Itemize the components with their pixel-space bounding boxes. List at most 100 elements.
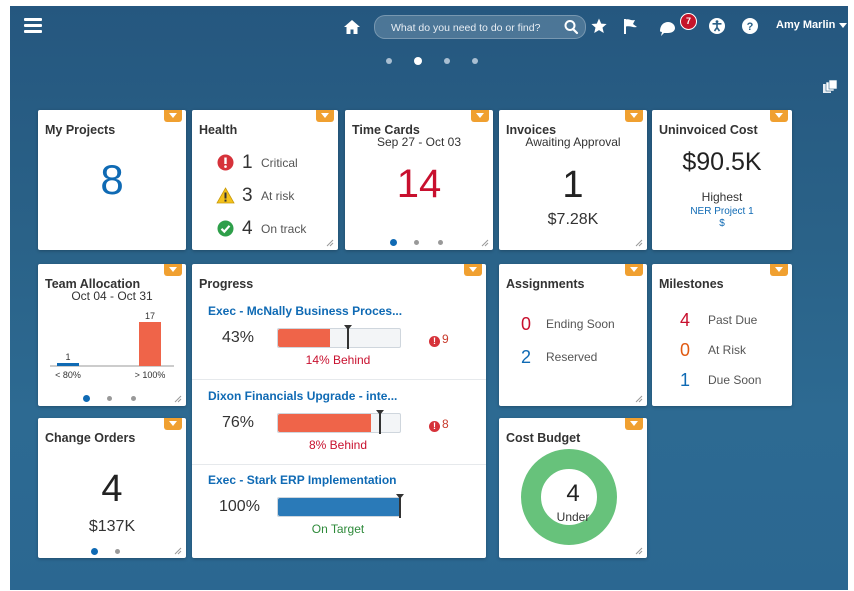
search-icon[interactable] — [563, 19, 579, 35]
search-bar[interactable] — [374, 15, 586, 39]
on-track-label: On track — [261, 222, 307, 236]
search-input[interactable] — [389, 18, 563, 38]
page-dot[interactable] — [386, 58, 392, 64]
notification-count-badge[interactable]: 7 — [680, 13, 697, 30]
invoice-count[interactable]: 1 — [499, 164, 647, 207]
resize-handle-icon[interactable] — [635, 239, 643, 247]
card-menu-button[interactable] — [770, 110, 788, 122]
assignments-card[interactable]: Assignments 0 Ending Soon 2 Reserved — [499, 264, 647, 406]
progress-item[interactable]: Exec - McNally Business Proces... 43% 14% … — [192, 297, 486, 381]
time-card-count[interactable]: 14 — [345, 162, 493, 207]
card-menu-button[interactable] — [464, 264, 482, 276]
carousel-dot[interactable] — [414, 240, 419, 245]
carousel-dot[interactable] — [438, 240, 443, 245]
health-card[interactable]: Health 1 Critical 3 At risk 4 On track — [192, 110, 338, 250]
carousel-dot[interactable] — [107, 396, 112, 401]
change-orders-card[interactable]: Change Orders 4 $137K — [38, 418, 186, 558]
help-icon[interactable]: ? — [741, 17, 759, 35]
progress-card[interactable]: Progress Exec - McNally Business Proces.… — [192, 264, 486, 558]
chevron-down-icon[interactable] — [839, 22, 848, 28]
invoices-card[interactable]: Invoices Awaiting Approval 1 $7.28K — [499, 110, 647, 250]
invoice-amount: $7.28K — [547, 211, 599, 228]
card-menu-button[interactable] — [625, 110, 643, 122]
card-menu-button[interactable] — [770, 264, 788, 276]
resize-handle-icon[interactable] — [174, 547, 182, 555]
page-dot[interactable] — [472, 58, 478, 64]
time-cards-card[interactable]: Time Cards Sep 27 - Oct 03 14 — [345, 110, 493, 250]
card-menu-button[interactable] — [164, 264, 182, 276]
progress-project-link[interactable]: Exec - Stark ERP Implementation — [208, 473, 397, 487]
due-soon-label: Due Soon — [708, 373, 762, 387]
health-row-on-track[interactable]: 4 On track — [202, 218, 332, 240]
card-menu-button[interactable] — [471, 110, 489, 122]
carousel-dot-active[interactable] — [91, 548, 98, 555]
uninvoiced-amount[interactable]: $90.5K — [652, 148, 792, 177]
home-icon[interactable] — [343, 18, 361, 36]
resize-handle-icon[interactable] — [326, 239, 334, 247]
due-soon-count: 1 — [680, 370, 691, 390]
progress-percent: 76% — [222, 414, 255, 431]
highest-project-link[interactable]: NER Project 1 — [652, 206, 792, 217]
resize-handle-icon[interactable] — [174, 395, 182, 403]
at-risk-count: 3 — [242, 185, 253, 206]
change-order-count[interactable]: 4 — [38, 468, 186, 511]
progress-item[interactable]: Dixon Financials Upgrade - inte... 76% 8% … — [192, 382, 486, 466]
notifications-icon[interactable] — [658, 19, 676, 37]
cost-budget-card[interactable]: Cost Budget 4 Under — [499, 418, 647, 558]
progress-percent: 100% — [219, 498, 260, 515]
favorites-star-icon[interactable] — [590, 17, 608, 35]
divider — [192, 464, 486, 465]
past-due-count: 4 — [680, 310, 691, 330]
user-menu[interactable]: Amy Marlin — [776, 19, 848, 31]
progress-alerts[interactable]: ! 9 — [429, 332, 449, 347]
dashboard-canvas: 7 ? Amy Marlin My Projects 8 Health — [10, 6, 848, 590]
accessibility-icon[interactable] — [708, 17, 726, 35]
progress-project-link[interactable]: Dixon Financials Upgrade - inte... — [208, 389, 397, 403]
chart-bar[interactable] — [57, 363, 79, 366]
resize-handle-icon[interactable] — [635, 547, 643, 555]
milestones-card[interactable]: Milestones 4 Past Due 0 At Risk 1 Due So… — [652, 264, 792, 406]
my-projects-card[interactable]: My Projects 8 — [38, 110, 186, 250]
resize-handle-icon[interactable] — [635, 395, 643, 403]
critical-label: Critical — [261, 156, 298, 170]
past-due-label: Past Due — [708, 313, 758, 327]
card-menu-button[interactable] — [625, 418, 643, 430]
carousel-dot-active[interactable] — [83, 395, 90, 402]
alert-count: 9 — [442, 332, 449, 346]
card-menu-button[interactable] — [316, 110, 334, 122]
progress-item[interactable]: Exec - Stark ERP Implementation 100% On Ta… — [192, 466, 486, 550]
alert-icon: ! — [429, 421, 440, 432]
card-menu-button[interactable] — [625, 264, 643, 276]
reserved-label: Reserved — [546, 350, 598, 364]
carousel-dot[interactable] — [115, 549, 120, 554]
reserved-count: 2 — [521, 347, 532, 367]
chart-category-label: > 100% — [135, 370, 166, 380]
chart-bar[interactable] — [139, 322, 161, 366]
menu-icon[interactable] — [24, 18, 42, 33]
check-icon — [217, 220, 234, 237]
progress-alerts[interactable]: ! 8 — [429, 417, 449, 432]
target-marker — [344, 325, 352, 349]
svg-text:?: ? — [747, 21, 754, 33]
progress-project-link[interactable]: Exec - McNally Business Proces... — [208, 304, 402, 318]
resize-handle-icon[interactable] — [481, 239, 489, 247]
team-allocation-chart[interactable]: 1 < 80% 17 > 100% — [46, 304, 178, 384]
user-name[interactable]: Amy Marlin — [776, 19, 835, 31]
team-allocation-card[interactable]: Team Allocation Oct 04 - Oct 31 1 < 80% 17… — [38, 264, 186, 406]
carousel-dot[interactable] — [131, 396, 136, 401]
watchlist-flag-icon[interactable] — [622, 17, 640, 35]
uninvoiced-cost-card[interactable]: Uninvoiced Cost $90.5K Highest NER Proje… — [652, 110, 792, 250]
health-row-at-risk[interactable]: 3 At risk — [202, 185, 332, 207]
critical-count: 1 — [242, 152, 253, 173]
health-row-critical[interactable]: 1 Critical — [202, 152, 332, 174]
page-dot[interactable] — [444, 58, 450, 64]
layers-icon[interactable] — [822, 79, 838, 95]
change-order-amount: $137K — [88, 518, 136, 535]
project-count[interactable]: 8 — [38, 156, 186, 204]
card-menu-button[interactable] — [164, 418, 182, 430]
page-dot-active[interactable] — [414, 57, 422, 65]
carousel-dot-active[interactable] — [390, 239, 397, 246]
cost-budget-value: 4 — [566, 480, 580, 507]
card-menu-button[interactable] — [164, 110, 182, 122]
target-marker — [396, 494, 404, 518]
